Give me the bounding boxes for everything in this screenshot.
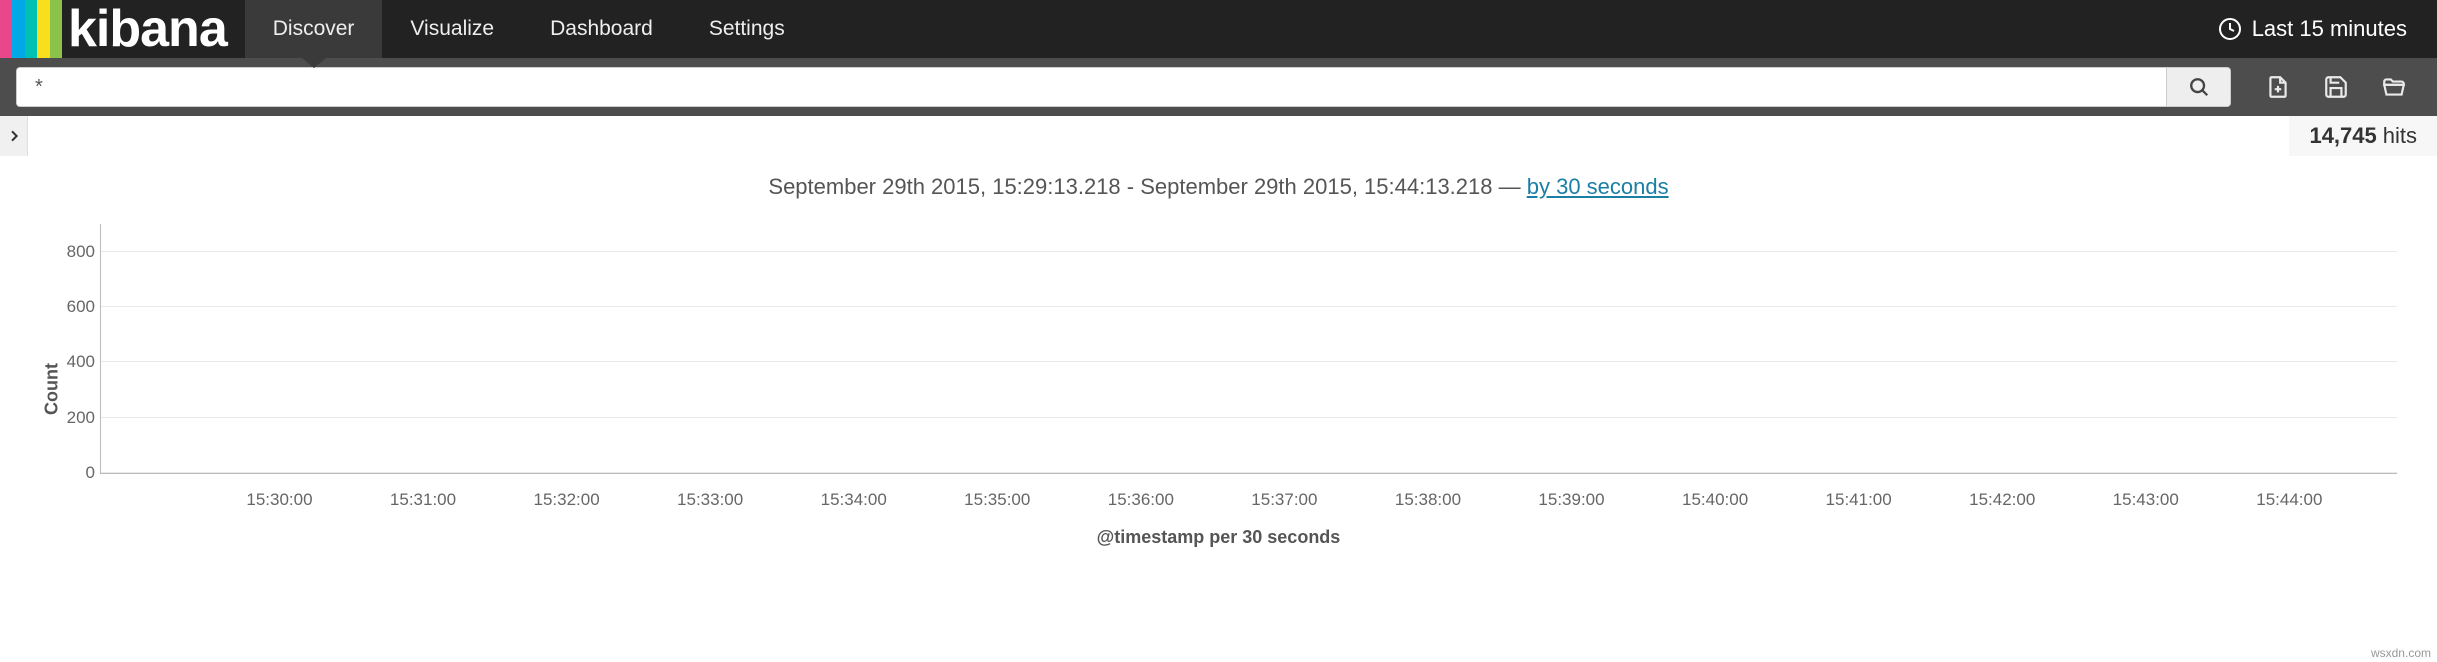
x-tick: 15:30:00: [246, 490, 312, 510]
x-tick: 15:32:00: [533, 490, 599, 510]
x-tick: 15:35:00: [964, 490, 1030, 510]
footer-credit: wsxdn.com: [2371, 646, 2431, 660]
nav-settings[interactable]: Settings: [681, 0, 813, 58]
new-search-button[interactable]: [2265, 74, 2291, 100]
chevron-right-icon: [6, 128, 22, 144]
x-axis: 15:30:00 15:31:00 15:32:00 15:33:00 15:34:00…: [100, 484, 2397, 514]
brand-logo: kibana: [0, 0, 245, 58]
y-tick: 400: [51, 352, 95, 372]
x-tick: 15:44:00: [2256, 490, 2322, 510]
x-tick: 15:41:00: [1826, 490, 1892, 510]
x-axis-label: @timestamp per 30 seconds: [30, 527, 2407, 548]
x-tick: 15:33:00: [677, 490, 743, 510]
x-tick: 15:38:00: [1395, 490, 1461, 510]
interval-link[interactable]: by 30 seconds: [1527, 174, 1669, 199]
x-tick: 15:43:00: [2113, 490, 2179, 510]
x-tick: 15:39:00: [1538, 490, 1604, 510]
clock-icon: [2218, 17, 2242, 41]
logo-stripes-icon: [0, 0, 62, 58]
open-search-button[interactable]: [2381, 74, 2407, 100]
y-tick: 600: [51, 297, 95, 317]
hits-label: hits: [2383, 123, 2417, 149]
nav-label: Visualize: [410, 17, 494, 41]
y-tick: 0: [51, 463, 95, 483]
time-picker[interactable]: Last 15 minutes: [2188, 0, 2437, 58]
nav-discover[interactable]: Discover: [245, 0, 383, 58]
search-input[interactable]: [17, 68, 2166, 106]
brand-text: kibana: [68, 0, 227, 58]
folder-open-icon: [2381, 74, 2407, 100]
search-toolbar: [0, 58, 2437, 116]
histogram-chart: Count 0200400600800 15:30:0015:31:0015:3…: [30, 224, 2407, 554]
x-tick: 15:31:00: [390, 490, 456, 510]
time-picker-label: Last 15 minutes: [2252, 16, 2407, 42]
search-box: [16, 67, 2231, 107]
toolbar-actions: [2243, 74, 2421, 100]
chart-range-text: September 29th 2015, 15:29:13.218 - Sept…: [768, 174, 1526, 199]
search-submit-button[interactable]: [2166, 68, 2230, 106]
hits-bar: 14,745 hits: [0, 116, 2437, 156]
search-icon: [2188, 76, 2210, 98]
x-tick: 15:40:00: [1682, 490, 1748, 510]
hits-number: 14,745: [2309, 123, 2376, 149]
nav-label: Dashboard: [550, 17, 653, 41]
save-icon: [2323, 74, 2349, 100]
x-tick: 15:36:00: [1108, 490, 1174, 510]
nav-dashboard[interactable]: Dashboard: [522, 0, 681, 58]
x-tick: 15:34:00: [821, 490, 887, 510]
nav-items: Discover Visualize Dashboard Settings: [245, 0, 813, 58]
nav-label: Settings: [709, 17, 785, 41]
x-tick: 15:37:00: [1251, 490, 1317, 510]
x-tick: 15:42:00: [1969, 490, 2035, 510]
top-nav: kibana Discover Visualize Dashboard Sett…: [0, 0, 2437, 58]
nav-label: Discover: [273, 17, 355, 41]
hits-count: 14,745 hits: [2289, 116, 2437, 156]
y-tick: 800: [51, 242, 95, 262]
nav-visualize[interactable]: Visualize: [382, 0, 522, 58]
file-plus-icon: [2265, 74, 2291, 100]
plot-area[interactable]: 0200400600800: [100, 224, 2397, 474]
chart-range-title: September 29th 2015, 15:29:13.218 - Sept…: [0, 156, 2437, 214]
expand-sidebar-button[interactable]: [0, 116, 28, 156]
save-search-button[interactable]: [2323, 74, 2349, 100]
y-tick: 200: [51, 408, 95, 428]
